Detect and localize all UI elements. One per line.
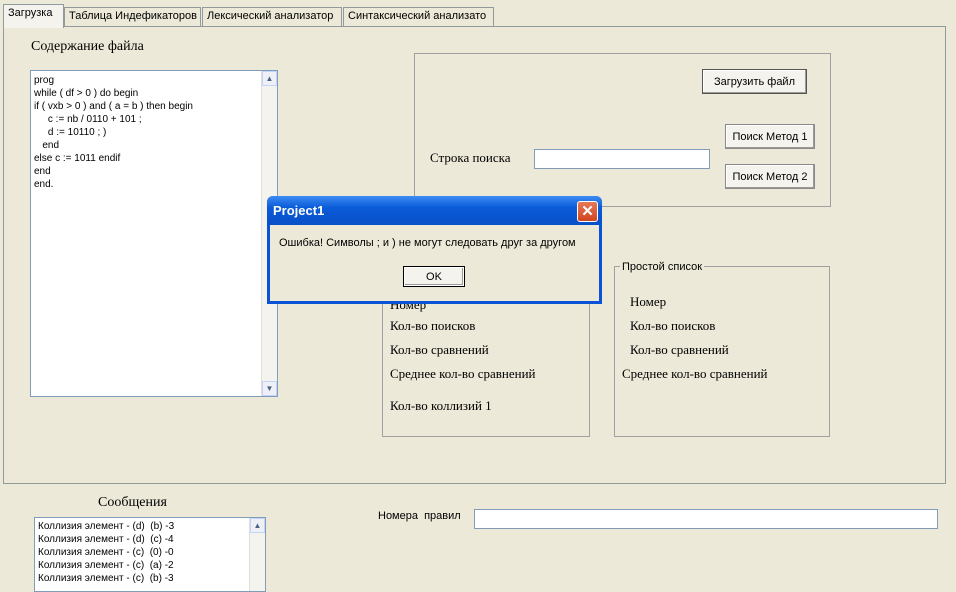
dialog-body: Ошибка! Символы ; и ) не могут следовать…: [270, 225, 599, 301]
file-content-text: prog while ( df > 0 ) do begin if ( vxb …: [34, 75, 193, 190]
simple-comparisons-label: Кол-во сравнений: [630, 342, 729, 357]
hash-searches-label: Кол-во поисков: [390, 318, 476, 333]
scroll-down-icon[interactable]: ▼: [262, 381, 277, 396]
simple-searches-label: Кол-во поисков: [630, 318, 716, 333]
dialog-titlebar[interactable]: Project1 ✕: [267, 196, 602, 225]
tab-identifiers-label: Таблица Индефикаторов: [69, 10, 197, 22]
messages-title: Сообщения: [98, 495, 167, 510]
tab-parser-label: Синтаксический анализато: [348, 10, 487, 22]
tab-load-label: Загрузка: [8, 7, 53, 19]
close-icon[interactable]: ✕: [577, 201, 598, 222]
messages-memo[interactable]: Коллизия элемент - (d) (b) -3 Коллизия э…: [34, 517, 266, 592]
messages-scroll-up-icon[interactable]: ▲: [250, 518, 265, 533]
messages-text: Коллизия элемент - (d) (b) -3 Коллизия э…: [38, 521, 175, 584]
hash-avg-label: Среднее кол-во сравнений: [390, 366, 536, 381]
load-file-button[interactable]: Загрузить файл: [702, 69, 807, 94]
messages-scrollbar[interactable]: ▲: [249, 518, 265, 591]
dialog-message: Ошибка! Символы ; и ) не могут следовать…: [279, 237, 576, 249]
ok-button[interactable]: OK: [403, 266, 465, 287]
hash-comparisons-label: Кол-во сравнений: [390, 342, 489, 357]
tab-lexer-label: Лексический анализатор: [207, 10, 334, 22]
hash-collisions-label: Кол-во коллизий 1: [390, 398, 492, 413]
search-method1-button[interactable]: Поиск Метод 1: [725, 124, 815, 149]
search-label: Строка поиска: [430, 150, 511, 165]
tab-identifiers[interactable]: Таблица Индефикаторов: [64, 7, 201, 26]
rules-input[interactable]: [474, 509, 938, 529]
tab-lexer[interactable]: Лексический анализатор: [202, 7, 342, 26]
dialog-title: Project1: [273, 203, 325, 218]
search-method2-button[interactable]: Поиск Метод 2: [725, 164, 815, 189]
error-dialog: Project1 ✕ Ошибка! Символы ; и ) не могу…: [267, 196, 602, 304]
scroll-up-icon[interactable]: ▲: [262, 71, 277, 86]
simple-avg-label: Среднее кол-во сравнений: [622, 366, 768, 381]
simple-number-label: Номер: [630, 294, 667, 309]
tab-load[interactable]: Загрузка: [3, 4, 64, 28]
tab-parser[interactable]: Синтаксический анализато: [343, 7, 494, 26]
search-input[interactable]: [534, 149, 710, 169]
simple-list-title: Простой список: [620, 261, 705, 273]
file-content-title: Содержание файла: [31, 39, 144, 54]
file-content-memo[interactable]: prog while ( df > 0 ) do begin if ( vxb …: [30, 70, 278, 397]
rules-label: Номера правил: [378, 510, 461, 522]
